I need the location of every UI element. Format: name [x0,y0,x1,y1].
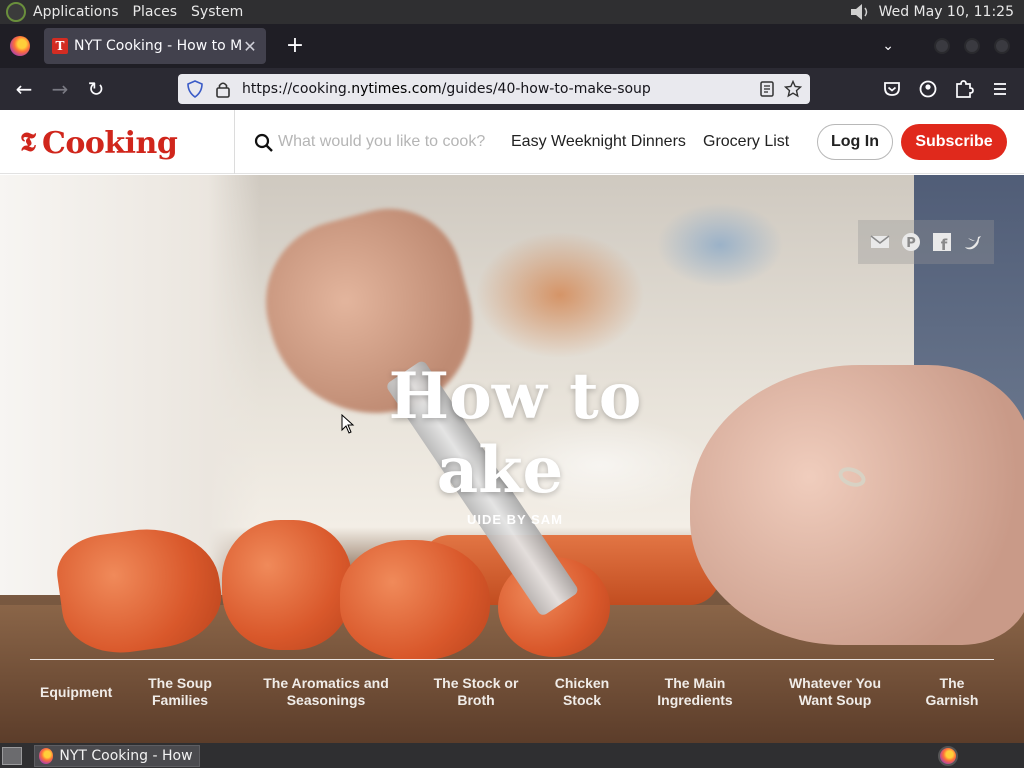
bookmark-star-icon[interactable] [784,80,802,98]
distro-logo-icon[interactable] [6,2,26,22]
mouse-cursor-icon [341,414,355,434]
taskbar-window-firefox[interactable]: NYT Cooking - How ... [34,744,200,767]
firefox-icon [39,747,54,764]
chapter-divider [30,659,994,660]
menu-system[interactable]: System [184,0,250,24]
hamburger-menu-icon[interactable] [982,73,1018,105]
nav-link-grocery-list[interactable]: Grocery List [703,133,789,151]
chapter-link-garnish[interactable]: The Garnish [922,675,982,709]
close-window-button[interactable] [994,38,1010,54]
chapter-link-chicken-stock[interactable]: Chicken Stock [548,675,616,709]
header-divider [234,110,235,174]
chapter-link-aromatics[interactable]: The Aromatics and Seasonings [256,675,396,709]
url-text[interactable]: https://cooking.nytimes.com/guides/40-ho… [242,81,758,97]
top-panel: Applications Places System Wed May 10, 1… [0,0,1024,24]
chapter-link-whatever-you-want[interactable]: Whatever You Want Soup [780,675,890,709]
twitter-icon[interactable] [963,232,983,252]
extensions-icon[interactable] [946,73,982,105]
hero-title-line-1: How to [388,359,642,434]
svg-text:f: f [940,236,947,252]
taskbar: NYT Cooking - How ... [0,743,1024,768]
new-tab-button[interactable]: + [280,31,310,61]
lock-icon[interactable] [214,80,232,98]
right-hand [690,365,1024,645]
svg-text:P: P [906,236,916,251]
pocket-icon[interactable] [874,73,910,105]
clock[interactable]: Wed May 10, 11:25 [879,4,1014,20]
pinterest-icon[interactable]: P [901,232,921,252]
reader-view-icon[interactable] [758,80,776,98]
nyt-t-icon: 𝕿 [20,128,36,158]
nyt-favicon-icon: T [52,38,68,54]
back-button[interactable]: ← [6,73,42,105]
list-all-tabs-icon[interactable]: ⌄ [882,38,894,54]
share-bar: P f [858,220,994,264]
tab-strip: T NYT Cooking - How to Make Soup ✕ + ⌄ [0,24,1024,68]
facebook-icon[interactable]: f [932,232,952,252]
tab-nyt-cooking[interactable]: T NYT Cooking - How to Make Soup ✕ [44,28,266,64]
nav-bar: ← → ↻ https://cooking.nytimes.com/guides… [0,68,1024,110]
search-icon[interactable] [254,133,274,153]
menu-applications[interactable]: Applications [26,0,126,24]
subscribe-button[interactable]: Subscribe [901,124,1007,160]
chapter-link-equipment[interactable]: Equipment [40,684,112,701]
volume-icon[interactable] [849,3,871,21]
chapter-nav: Equipment The Soup Families The Aromatic… [0,675,1024,725]
url-domain: nytimes.com [351,81,442,97]
nav-link-easy-weeknight-dinners[interactable]: Easy Weeknight Dinners [511,133,686,151]
hero-byline: UIDE BY SAM [467,512,563,527]
tab-title: NYT Cooking - How to Make Soup [74,38,242,54]
nyt-cooking-logo[interactable]: 𝕿 Cooking [20,126,178,161]
tracking-protection-icon[interactable] [186,80,204,98]
hero-image: P f How to ake UIDE BY SAM Equipment The… [0,175,1024,743]
email-icon[interactable] [870,232,890,252]
chapter-link-stock-or-broth[interactable]: The Stock or Broth [426,675,526,709]
site-header: 𝕿 Cooking Easy Weeknight Dinners Grocery… [0,110,1024,174]
hero-title-line-2: ake [436,433,564,508]
account-icon[interactable] [910,73,946,105]
taskbar-window-label: NYT Cooking - How ... [59,747,195,764]
hero-title: How to ake [300,360,730,508]
search-input[interactable] [276,128,502,156]
carrot-slice [340,540,490,660]
logo-wordmark: Cooking [41,126,178,161]
tab-close-icon[interactable]: ✕ [242,37,258,56]
tray-firefox-icon[interactable] [938,745,958,766]
show-desktop-icon[interactable] [2,746,22,765]
minimize-button[interactable] [934,38,950,54]
chapter-link-soup-families[interactable]: The Soup Families [140,675,220,709]
chapter-link-main-ingredients[interactable]: The Main Ingredients [648,675,742,709]
url-bar[interactable]: https://cooking.nytimes.com/guides/40-ho… [178,74,810,104]
url-prefix: https://cooking. [242,81,352,97]
url-path: /guides/40-how-to-make-soup [441,81,651,97]
toolbar-right [874,73,1018,105]
menu-places[interactable]: Places [126,0,185,24]
firefox-icon[interactable] [10,36,30,56]
reload-button[interactable]: ↻ [78,73,114,105]
carrot-slice [222,520,352,650]
log-in-button[interactable]: Log In [817,124,893,160]
maximize-button[interactable] [964,38,980,54]
forward-button[interactable]: → [42,73,78,105]
